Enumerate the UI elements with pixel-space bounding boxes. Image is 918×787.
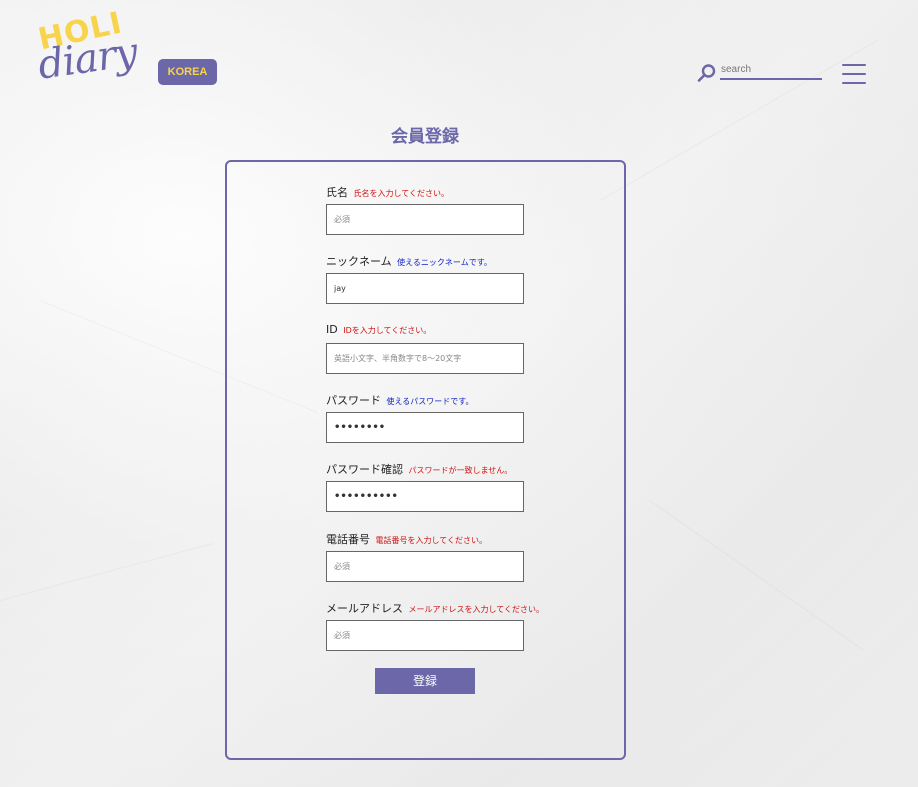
field-phone: 電話番号 電話番号を入力してください。 bbox=[326, 531, 524, 582]
password-input[interactable] bbox=[326, 412, 524, 443]
field-password: パスワード 使えるパスワードです。 bbox=[326, 392, 524, 443]
field-id: ID IDを入力してください。 bbox=[326, 323, 524, 374]
validation-message: IDを入力してください。 bbox=[343, 326, 432, 335]
validation-message: メールアドレスを入力してください。 bbox=[408, 605, 545, 614]
field-nickname: ニックネーム 使えるニックネームです。 bbox=[326, 253, 524, 304]
field-email: メールアドレス メールアドレスを入力してください。 bbox=[326, 600, 545, 651]
nickname-input[interactable] bbox=[326, 273, 524, 304]
email-input[interactable] bbox=[326, 620, 524, 651]
search-input[interactable] bbox=[720, 60, 822, 80]
validation-message: 使えるニックネームです。 bbox=[397, 258, 492, 267]
hamburger-menu-icon[interactable] bbox=[842, 64, 866, 84]
region-badge[interactable]: KOREA bbox=[158, 59, 217, 85]
field-label: パスワード bbox=[326, 394, 381, 407]
field-name: 氏名 氏名を入力してください。 bbox=[326, 184, 524, 235]
validation-message: 使えるパスワードです。 bbox=[386, 397, 474, 406]
field-label: 電話番号 bbox=[326, 533, 370, 546]
signup-form: 氏名 氏名を入力してください。 ニックネーム 使えるニックネームです。 ID I… bbox=[225, 160, 626, 760]
page-title: 会員登録 bbox=[391, 127, 459, 147]
validation-message: 氏名を入力してください。 bbox=[353, 189, 450, 198]
name-input[interactable] bbox=[326, 204, 524, 235]
validation-message: 電話番号を入力してください。 bbox=[375, 536, 488, 545]
field-label: ニックネーム bbox=[326, 255, 392, 268]
password-confirm-input[interactable] bbox=[326, 481, 524, 512]
search-bar bbox=[697, 60, 822, 83]
field-password-confirm: パスワード確認 パスワードが一致しません。 bbox=[326, 461, 524, 512]
validation-message: パスワードが一致しません。 bbox=[408, 466, 513, 475]
register-button[interactable]: 登録 bbox=[375, 668, 475, 694]
search-icon[interactable] bbox=[697, 63, 717, 83]
paper-crease bbox=[649, 500, 863, 650]
paper-crease bbox=[0, 543, 213, 601]
field-label: メールアドレス bbox=[326, 602, 403, 615]
field-label: 氏名 bbox=[326, 186, 348, 199]
field-label: ID bbox=[326, 323, 338, 336]
phone-input[interactable] bbox=[326, 551, 524, 582]
field-label: パスワード確認 bbox=[326, 463, 403, 476]
id-input[interactable] bbox=[326, 343, 524, 374]
logo[interactable]: HOLI diary bbox=[35, 6, 148, 89]
